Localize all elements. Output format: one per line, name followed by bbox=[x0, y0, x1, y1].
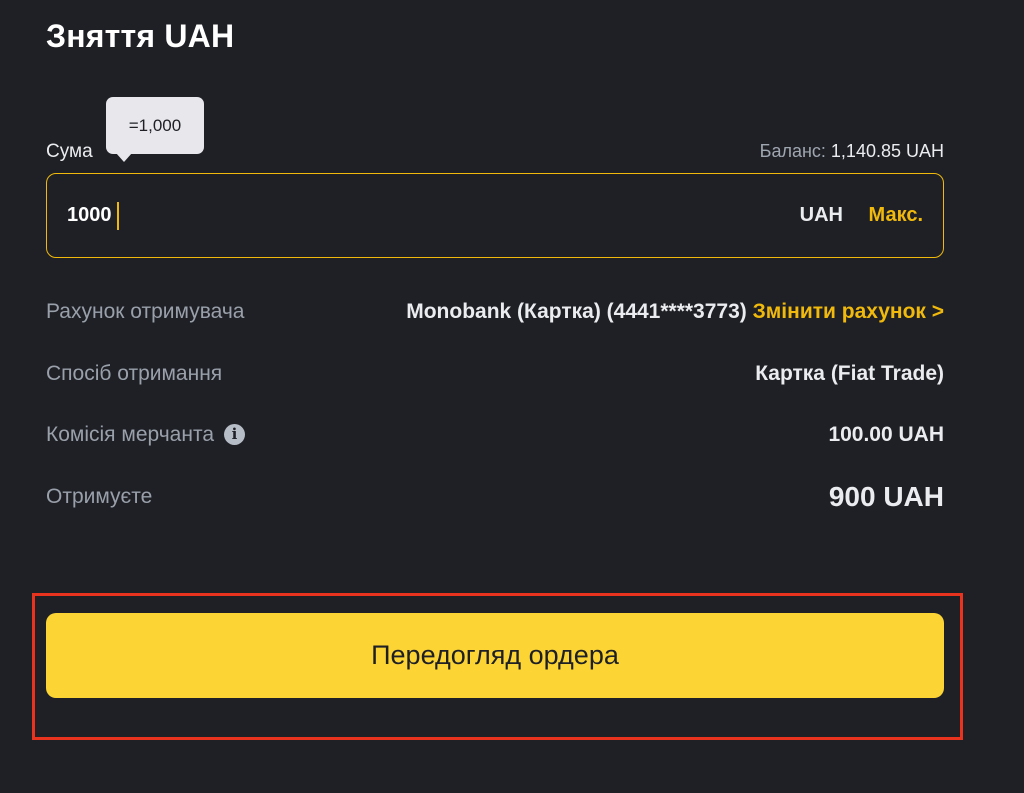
method-row: Спосіб отримання Картка (Fiat Trade) bbox=[46, 362, 944, 396]
change-account-link[interactable]: Змінити рахунок > bbox=[753, 300, 944, 323]
amount-label: Сума bbox=[46, 141, 93, 162]
recipient-row: Рахунок отримувача Monobank (Картка) (44… bbox=[46, 300, 944, 334]
info-icon[interactable]: i bbox=[224, 424, 245, 445]
balance-display: Баланс: 1,140.85 UAH bbox=[760, 141, 944, 162]
currency-label: UAH bbox=[799, 204, 843, 226]
amount-tooltip: =1,000 bbox=[106, 97, 204, 162]
fee-row: Комісія мерчанта i 100.00 UAH bbox=[46, 423, 944, 457]
amount-input-value[interactable]: 1000 bbox=[67, 204, 112, 227]
amount-input[interactable]: 1000 UAH Макс. bbox=[46, 173, 944, 258]
method-label: Спосіб отримання bbox=[46, 362, 223, 385]
method-value: Картка (Fiat Trade) bbox=[755, 362, 944, 385]
receive-value: 900 UAH bbox=[828, 481, 944, 512]
text-caret bbox=[117, 202, 119, 230]
preview-order-button[interactable]: Передогляд ордера bbox=[46, 613, 944, 698]
receive-label: Отримуєте bbox=[46, 485, 153, 508]
max-button[interactable]: Макс. bbox=[869, 204, 923, 227]
receive-row: Отримуєте 900 UAH bbox=[46, 481, 944, 519]
balance-label: Баланс: bbox=[759, 141, 826, 161]
fee-value: 100.00 UAH bbox=[828, 423, 944, 446]
page-title: Зняття UAH bbox=[46, 18, 235, 54]
recipient-value-group: Monobank (Картка) (4441****3773) Змінити… bbox=[406, 300, 944, 324]
preview-order-label: Передогляд ордера bbox=[371, 640, 619, 670]
recipient-account: Monobank (Картка) (4441****3773) bbox=[406, 300, 747, 323]
fee-label: Комісія мерчанта bbox=[46, 423, 214, 446]
balance-value: 1,140.85 UAH bbox=[830, 141, 944, 161]
fee-label-group: Комісія мерчанта i bbox=[46, 423, 245, 447]
recipient-label: Рахунок отримувача bbox=[46, 300, 245, 323]
amount-tooltip-text: =1,000 bbox=[128, 115, 182, 135]
